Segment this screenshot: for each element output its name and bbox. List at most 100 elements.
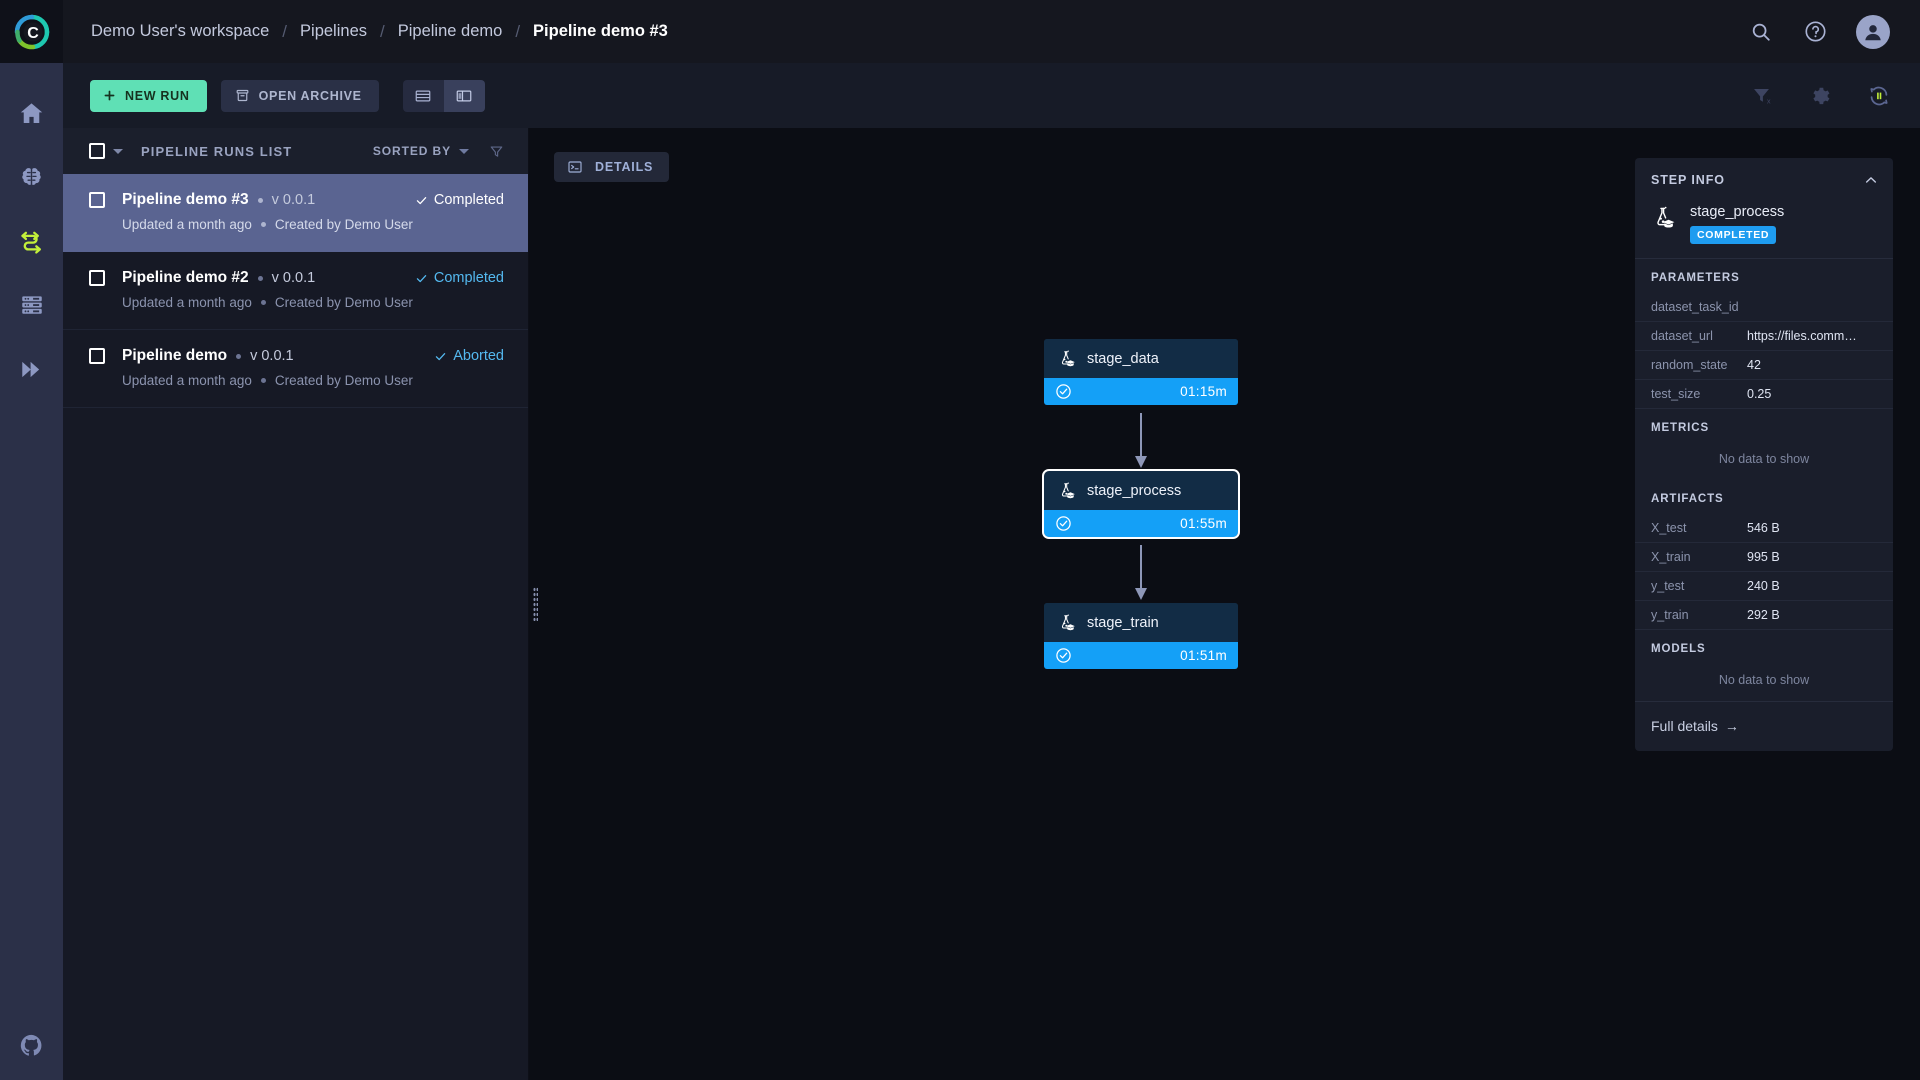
run-checkbox[interactable] (89, 270, 105, 286)
chevron-down-icon (459, 148, 469, 154)
svg-text:C: C (27, 25, 39, 42)
run-name: Pipeline demo #2 (122, 269, 249, 286)
status-label: Completed (433, 270, 504, 286)
split-view-toggle[interactable] (443, 79, 485, 112)
status-badge: Completed (415, 270, 504, 286)
console-icon (568, 161, 582, 173)
pipeline-runs-panel: PIPELINE RUNS LIST SORTED BY Pipeline de… (63, 128, 529, 1080)
svg-text:x: x (1766, 97, 1770, 106)
server-stack-icon (21, 296, 42, 314)
page-toolbar: NEW RUN OPEN ARCHIVE x (63, 63, 1920, 128)
run-created-by: Created by Demo User (274, 373, 413, 388)
node-header: stage_train (1044, 603, 1238, 642)
help-circle-icon[interactable] (1802, 19, 1828, 45)
breadcrumb-item-current: Pipeline demo #3 (533, 22, 668, 40)
breadcrumb-item-2[interactable]: Pipeline demo (396, 22, 505, 41)
breadcrumb-separator: / (380, 21, 385, 41)
full-details-link[interactable]: Full details → (1635, 701, 1893, 751)
separator-dot (260, 378, 266, 383)
sidebar-item-home[interactable] (0, 81, 63, 145)
refresh-pause-icon (1870, 86, 1888, 105)
app-root: C Demo User's workspace / Pipelines / Pi… (0, 0, 1920, 1080)
home-icon (20, 102, 43, 123)
separator-dot (257, 197, 263, 203)
sidebar-item-github[interactable] (0, 1033, 63, 1058)
parameter-key: dataset_url (1651, 329, 1713, 343)
new-run-button[interactable]: NEW RUN (90, 79, 207, 112)
runs-list-header: PIPELINE RUNS LIST SORTED BY (63, 128, 528, 174)
parameter-key: random_state (1651, 358, 1728, 372)
step-info-title: STEP INFO (1651, 173, 1725, 187)
chevron-down-icon[interactable] (113, 148, 123, 154)
node-header: stage_process (1044, 471, 1238, 510)
node-duration: 01:15m (1180, 384, 1227, 399)
graph-node-stage-train[interactable]: stage_train 01:51m (1044, 603, 1238, 669)
node-footer: 01:15m (1044, 378, 1238, 405)
run-checkbox[interactable] (89, 348, 105, 364)
graph-node-stage-data[interactable]: stage_data 01:15m (1044, 339, 1238, 405)
search-icon[interactable] (1748, 19, 1774, 45)
run-name: Pipeline demo (122, 347, 228, 364)
open-archive-button[interactable]: OPEN ARCHIVE (220, 79, 379, 112)
run-checkbox[interactable] (89, 192, 105, 208)
separator-dot (260, 300, 266, 305)
status-label: Completed (433, 192, 504, 208)
main-column: NEW RUN OPEN ARCHIVE x PIPELINE RUNS LIS… (63, 63, 1920, 1080)
auto-refresh-pause-icon[interactable] (1866, 83, 1892, 109)
body: NEW RUN OPEN ARCHIVE x PIPELINE RUNS LIS… (0, 63, 1920, 1080)
breadcrumb-item-1[interactable]: Pipelines (298, 22, 369, 41)
node-title: stage_process (1087, 482, 1182, 499)
brain-icon (22, 167, 41, 185)
details-button[interactable]: DETAILS (554, 152, 670, 182)
avatar[interactable] (1856, 14, 1890, 49)
runs-list: Pipeline demo #3 v 0.0.1 Completed Updat… (63, 174, 528, 1080)
artifact-value: 240 B (1747, 579, 1780, 593)
filter-clear-icon: x (1753, 89, 1770, 106)
gear-icon[interactable] (1807, 83, 1833, 109)
sidebar-item-datasets[interactable] (0, 273, 63, 337)
check-icon (416, 196, 427, 204)
user-icon (1865, 24, 1881, 40)
sorted-by-dropdown[interactable]: SORTED BY (373, 144, 469, 158)
step-name: stage_process (1690, 204, 1785, 220)
filter-off-icon[interactable]: x (1748, 83, 1774, 109)
artifact-key: y_test (1651, 579, 1685, 593)
check-icon (435, 352, 446, 360)
node-duration: 01:55m (1180, 516, 1227, 531)
node-duration: 01:51m (1180, 648, 1227, 663)
run-list-item[interactable]: Pipeline demo v 0.0.1 Aborted Updated a … (63, 330, 528, 408)
run-list-item[interactable]: Pipeline demo #3 v 0.0.1 Completed Updat… (63, 174, 528, 252)
archive-icon (236, 89, 249, 102)
left-nav-rail (0, 63, 63, 1080)
breadcrumb-item-0[interactable]: Demo User's workspace (89, 22, 271, 41)
run-name: Pipeline demo #3 (122, 191, 249, 208)
chevron-up-icon[interactable] (1863, 172, 1879, 188)
top-bar: C Demo User's workspace / Pipelines / Pi… (0, 0, 1920, 63)
check-circle-icon (1056, 516, 1071, 531)
node-title: stage_train (1087, 614, 1159, 631)
select-all-checkbox[interactable] (89, 143, 105, 159)
app-logo[interactable]: C (0, 0, 63, 63)
run-version: v 0.0.1 (250, 348, 294, 364)
sidebar-item-pipelines[interactable] (0, 209, 63, 273)
run-updated: Updated a month ago (122, 373, 252, 388)
graph-node-stage-process[interactable]: stage_process 01:55m (1042, 469, 1240, 539)
list-view-toggle[interactable] (402, 79, 444, 112)
grip-dots-icon (532, 587, 538, 621)
filter-icon[interactable] (489, 144, 504, 159)
metrics-section-title: METRICS (1651, 422, 1710, 434)
artifact-value: 546 B (1747, 521, 1780, 535)
run-version: v 0.0.1 (271, 270, 316, 286)
artifact-key: y_train (1651, 608, 1689, 622)
run-list-item[interactable]: Pipeline demo #2 v 0.0.1 Completed Updat… (63, 252, 528, 330)
panel-resize-handle[interactable] (529, 128, 541, 1080)
sidebar-item-experiments[interactable] (0, 145, 63, 209)
separator-dot (260, 222, 266, 227)
status-label: Aborted (453, 348, 504, 364)
sidebar-item-reports[interactable] (0, 337, 63, 401)
breadcrumb-separator: / (282, 21, 288, 41)
parameter-row: dataset_url https://files.comm… (1635, 322, 1893, 351)
parameter-key: dataset_task_id (1651, 300, 1739, 314)
step-status-badge: COMPLETED (1690, 226, 1777, 244)
edge-process-to-train (1135, 545, 1147, 600)
